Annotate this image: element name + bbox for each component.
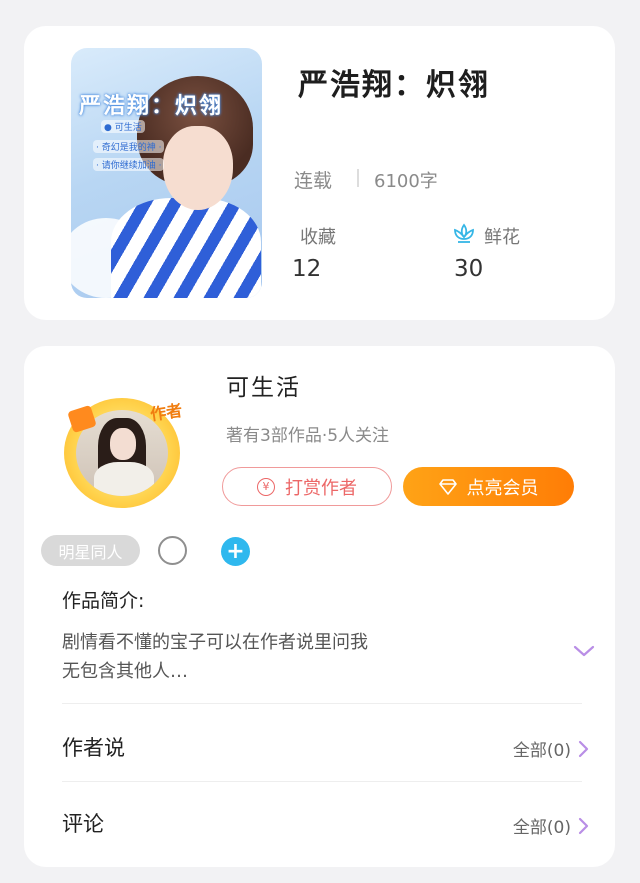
yen-coin-icon: ¥ xyxy=(257,477,275,496)
activate-vip-button[interactable]: 点亮会员 xyxy=(403,467,574,506)
serial-status: 连载 xyxy=(294,170,333,192)
cover-title: 严浩翔：炽翎 xyxy=(79,94,224,119)
section-divider xyxy=(62,703,582,704)
intro-line: 无包含其他人… xyxy=(62,661,188,682)
chevron-right-icon xyxy=(578,817,589,834)
reward-author-label: 打赏作者 xyxy=(285,477,357,499)
flowers-label: 鲜花 xyxy=(484,227,520,248)
book-info-card: 严浩翔：炽翎 ● 可生活 · 奇幻是我的神 · · 请你继续加油 · 严浩翔：炽… xyxy=(24,26,615,320)
favorites-label: 收藏 xyxy=(300,227,336,248)
book-title: 严浩翔：炽翎 xyxy=(298,68,490,103)
intro-line: 剧情看不懂的宝子可以在作者说里问我 xyxy=(62,632,368,653)
intro-text: 剧情看不懂的宝子可以在作者说里问我 无包含其他人… xyxy=(62,628,482,686)
chevron-right-icon xyxy=(578,740,589,757)
word-count: 6100字 xyxy=(374,171,438,192)
comments-all-label: 全部(0) xyxy=(512,818,571,838)
author-name[interactable]: 可生活 xyxy=(226,368,301,402)
genre-tag-chip[interactable]: 明星同人 xyxy=(41,535,140,566)
avatar-body xyxy=(94,462,154,496)
intro-title: 作品简介: xyxy=(62,590,145,612)
author-notes-title[interactable]: 作者说 xyxy=(62,732,125,762)
reward-author-button[interactable]: ¥ 打赏作者 xyxy=(222,467,392,506)
comments-title[interactable]: 评论 xyxy=(62,808,104,838)
avatar-face xyxy=(110,428,136,460)
cover-figure-body xyxy=(111,198,261,298)
cover-figure-face xyxy=(163,126,233,210)
activate-vip-label: 点亮会员 xyxy=(466,477,539,499)
status-divider xyxy=(357,169,359,187)
author-stats: 著有3部作品·5人关注 xyxy=(226,426,390,446)
cover-line: ● 可生活 xyxy=(101,120,145,133)
book-cover-image[interactable]: 严浩翔：炽翎 ● 可生活 · 奇幻是我的神 · · 请你继续加油 · xyxy=(71,48,262,298)
author-avatar[interactable]: 作者 xyxy=(54,396,186,508)
chevron-down-icon[interactable] xyxy=(573,644,595,658)
author-notes-all-label: 全部(0) xyxy=(512,741,571,761)
comments-all-link[interactable]: 全部(0) xyxy=(513,813,589,838)
author-info-card: 作者 可生活 著有3部作品·5人关注 ¥ 打赏作者 点亮会员 明星同人 + 作品… xyxy=(24,346,615,867)
lotus-flower-icon xyxy=(454,223,474,243)
empty-tag-circle-icon[interactable] xyxy=(158,536,187,565)
flowers-count: 30 xyxy=(454,256,484,282)
cover-line: · 请你继续加油 · xyxy=(93,158,165,171)
author-notes-all-link[interactable]: 全部(0) xyxy=(513,736,589,761)
author-badge-tag: 作者 xyxy=(149,400,184,425)
add-tag-button[interactable]: + xyxy=(221,537,250,566)
section-divider xyxy=(62,781,582,782)
favorites-count: 12 xyxy=(292,256,322,282)
cover-line: · 奇幻是我的神 · xyxy=(93,140,165,153)
diamond-icon xyxy=(438,478,457,495)
